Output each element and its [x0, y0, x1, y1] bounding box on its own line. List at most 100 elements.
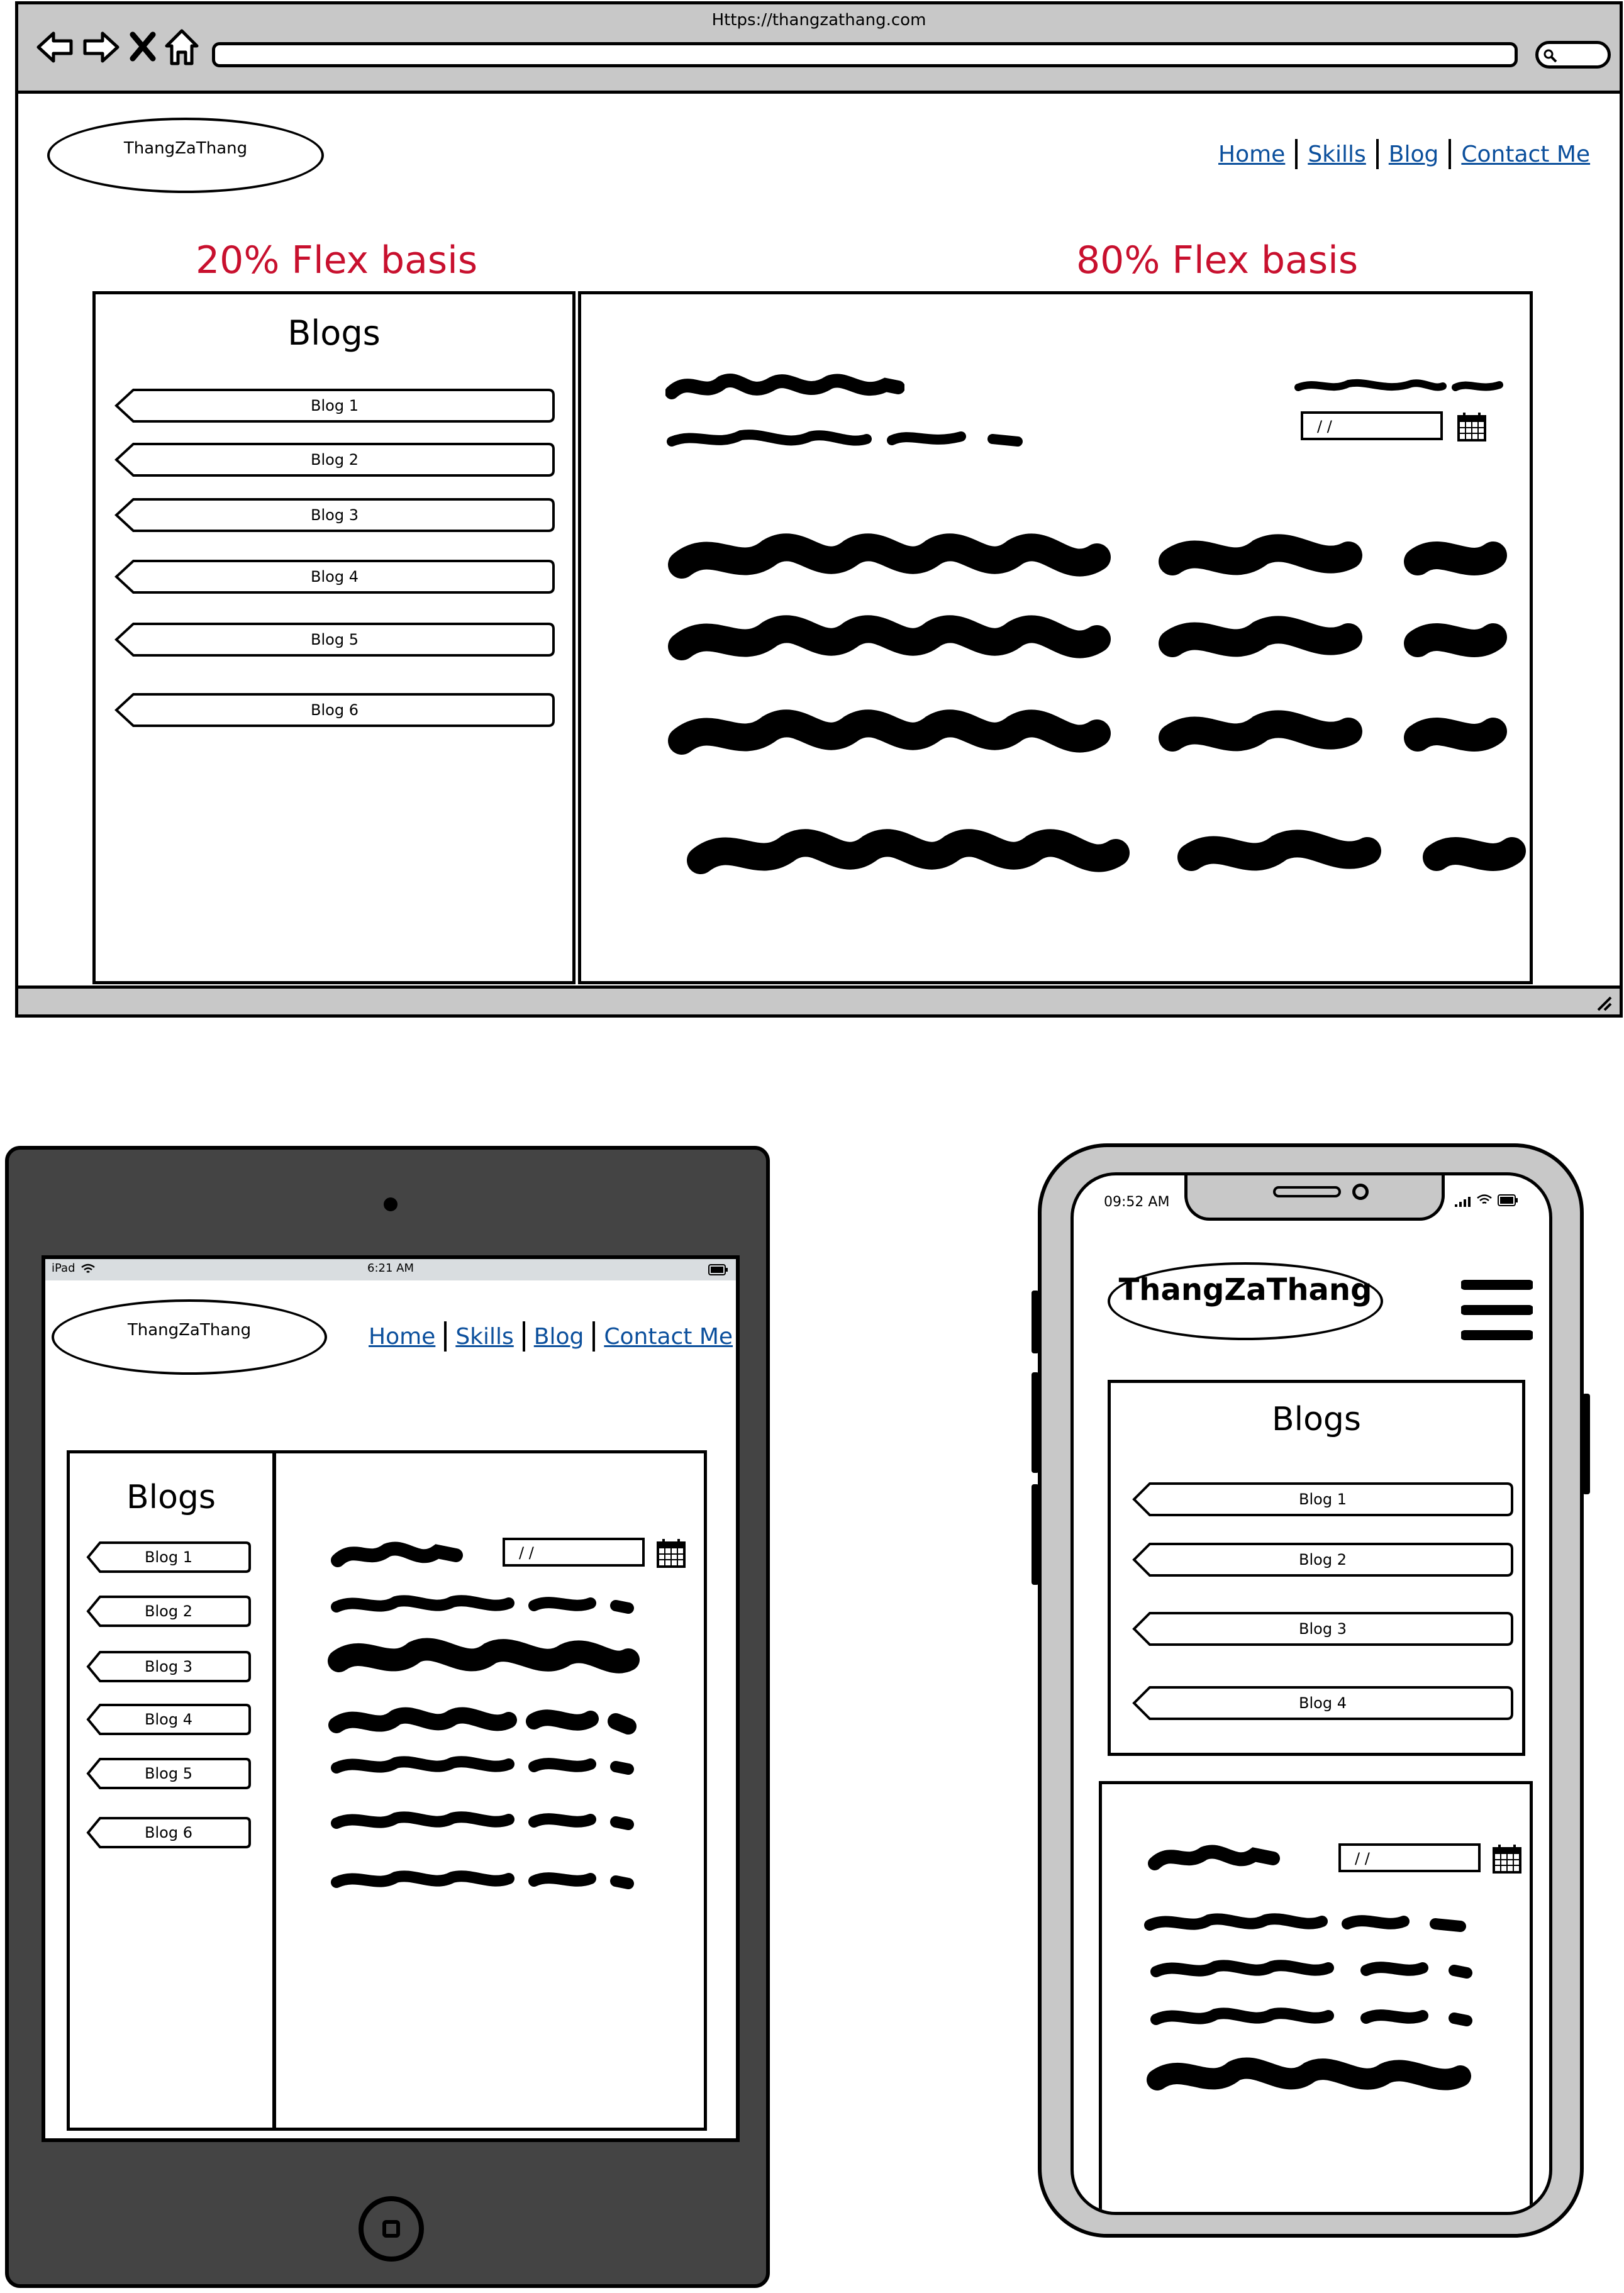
nav-separator — [1449, 139, 1452, 169]
sidebar-item-blog-2[interactable]: Blog 2 — [86, 1596, 251, 1627]
sidebar-item-blog-4[interactable]: Blog 4 — [86, 1704, 251, 1735]
date-input-value: / / — [1317, 418, 1332, 435]
phone-side-button[interactable] — [1032, 1484, 1039, 1585]
signal-icon — [1455, 1197, 1471, 1207]
sidebar-item-blog-3[interactable]: Blog 3 — [114, 498, 555, 532]
date-input[interactable]: / / — [1338, 1843, 1481, 1872]
phone-speaker — [1273, 1186, 1341, 1197]
tablet-main-nav: Home Skills Blog Contact Me — [369, 1321, 733, 1352]
battery-icon — [708, 1264, 728, 1275]
sidebar-item-blog-6[interactable]: Blog 6 — [114, 693, 555, 727]
hamburger-menu-icon[interactable] — [1461, 1279, 1533, 1341]
phone-site-logo-text: ThangZaThang — [1118, 1272, 1372, 1308]
tablet-device: iPad 6:21 AM ThangZaThang Home Skills Bl… — [5, 1146, 770, 2288]
close-icon[interactable] — [129, 31, 157, 62]
phone-front-camera — [1352, 1184, 1369, 1200]
sidebar-item-label: Blog 2 — [145, 1602, 192, 1620]
phone-main-content-panel: / / — [1099, 1781, 1533, 2212]
site-logo[interactable]: ThangZaThang — [47, 118, 324, 193]
date-input[interactable]: / / — [503, 1538, 645, 1567]
sidebar-item-label: Blog 1 — [145, 1548, 192, 1566]
browser-url-caption: Https://thangzathang.com — [711, 11, 926, 30]
placeholder-paragraph-scribble — [1144, 1913, 1472, 2090]
nav-link-blog[interactable]: Blog — [1389, 142, 1439, 167]
tablet-home-button[interactable] — [359, 2196, 424, 2262]
resize-grip-icon[interactable] — [1593, 992, 1613, 1013]
sidebar-title: Blogs — [287, 313, 381, 353]
nav-link-home[interactable]: Home — [1218, 142, 1285, 167]
main-content-panel: / / — [578, 291, 1533, 984]
nav-link-blog[interactable]: Blog — [534, 1324, 584, 1350]
site-logo-text: ThangZaThang — [123, 139, 248, 158]
nav-link-contact[interactable]: Contact Me — [1461, 142, 1590, 167]
sidebar-item-blog-6[interactable]: Blog 6 — [86, 1817, 251, 1848]
date-input-value: / / — [1355, 1850, 1370, 1867]
sidebar-panel: Blogs Blog 1 Blog 2 Blog 3 Blog 4 Blog 5… — [92, 291, 576, 984]
placeholder-paragraph-scribble — [328, 1595, 640, 1889]
desktop-browser-window: Https://thangzathang.com ThangZaThang Ho… — [15, 1, 1623, 1018]
placeholder-paragraph-scribble — [668, 533, 1526, 874]
tablet-main-content-panel: / / — [273, 1450, 707, 2131]
sidebar-item-label: Blog 2 — [1299, 1551, 1347, 1568]
sidebar-item-blog-2[interactable]: Blog 2 — [1132, 1543, 1513, 1577]
sidebar-item-blog-1[interactable]: Blog 1 — [1132, 1482, 1513, 1516]
nav-link-skills[interactable]: Skills — [455, 1324, 513, 1350]
calendar-icon[interactable] — [1492, 1843, 1522, 1874]
sidebar-item-blog-1[interactable]: Blog 1 — [114, 389, 555, 423]
sidebar-item-label: Blog 2 — [311, 451, 359, 469]
phone-side-button[interactable] — [1032, 1291, 1039, 1353]
nav-separator — [1376, 139, 1379, 169]
nav-link-home[interactable]: Home — [369, 1324, 435, 1350]
nav-separator — [522, 1321, 525, 1352]
date-input-value: / / — [519, 1544, 534, 1562]
tablet-camera — [384, 1197, 398, 1211]
address-bar[interactable] — [212, 42, 1518, 67]
sidebar-item-label: Blog 3 — [1299, 1620, 1347, 1638]
tablet-site-logo[interactable]: ThangZaThang — [52, 1299, 327, 1375]
sidebar-item-blog-3[interactable]: Blog 3 — [86, 1651, 251, 1682]
nav-separator — [444, 1321, 447, 1352]
phone-sidebar-panel: Blogs Blog 1 Blog 2 Blog 3 Blog 4 — [1108, 1380, 1525, 1756]
sidebar-item-label: Blog 3 — [311, 506, 359, 524]
phone-time: 09:52 AM — [1104, 1194, 1170, 1210]
tablet-site-logo-text: ThangZaThang — [127, 1321, 252, 1340]
sidebar-item-label: Blog 1 — [1299, 1491, 1347, 1508]
back-arrow-icon[interactable] — [35, 28, 75, 66]
sidebar-item-blog-4[interactable]: Blog 4 — [114, 560, 555, 594]
nav-separator — [1295, 139, 1298, 169]
date-input[interactable]: / / — [1301, 411, 1443, 440]
phone-side-button[interactable] — [1032, 1372, 1039, 1473]
tablet-sidebar-panel: Blogs Blog 1 Blog 2 Blog 3 Blog 4 Blog 5 — [67, 1450, 275, 2131]
sidebar-item-blog-5[interactable]: Blog 5 — [86, 1758, 251, 1789]
search-box[interactable] — [1535, 41, 1611, 69]
nav-link-contact[interactable]: Contact Me — [604, 1324, 733, 1350]
tablet-home-square-icon — [382, 2220, 400, 2238]
sidebar-item-blog-3[interactable]: Blog 3 — [1132, 1612, 1513, 1646]
nav-separator — [592, 1321, 596, 1352]
sidebar-item-blog-4[interactable]: Blog 4 — [1132, 1686, 1513, 1720]
forward-arrow-icon[interactable] — [81, 28, 121, 66]
sidebar-item-label: Blog 3 — [145, 1658, 192, 1675]
placeholder-text-scribble — [667, 430, 1023, 447]
tablet-time: 6:21 AM — [367, 1262, 414, 1275]
wifi-icon — [1477, 1194, 1492, 1204]
placeholder-text-scribble — [665, 374, 904, 399]
home-icon[interactable] — [164, 27, 199, 67]
calendar-icon[interactable] — [1457, 411, 1487, 441]
sidebar-item-label: Blog 6 — [311, 701, 359, 719]
search-icon — [1543, 49, 1557, 63]
calendar-icon[interactable] — [656, 1538, 686, 1568]
sidebar-item-label: Blog 1 — [311, 397, 359, 414]
main-nav: Home Skills Blog Contact Me — [1218, 138, 1590, 170]
sidebar-item-label: Blog 6 — [145, 1824, 192, 1841]
phone-device: 09:52 AM ThangZaThang Blogs Blog 1 Blog … — [1032, 1143, 1590, 2238]
sidebar-item-blog-5[interactable]: Blog 5 — [114, 623, 555, 657]
phone-notch — [1184, 1175, 1445, 1221]
phone-side-button[interactable] — [1582, 1394, 1590, 1494]
tablet-screen: iPad 6:21 AM ThangZaThang Home Skills Bl… — [42, 1255, 740, 2142]
sidebar-item-blog-2[interactable]: Blog 2 — [114, 443, 555, 477]
phone-site-logo[interactable]: ThangZaThang — [1108, 1262, 1383, 1340]
sidebar-item-blog-1[interactable]: Blog 1 — [86, 1541, 251, 1573]
nav-link-skills[interactable]: Skills — [1308, 142, 1365, 167]
browser-status-bar — [18, 985, 1620, 1014]
